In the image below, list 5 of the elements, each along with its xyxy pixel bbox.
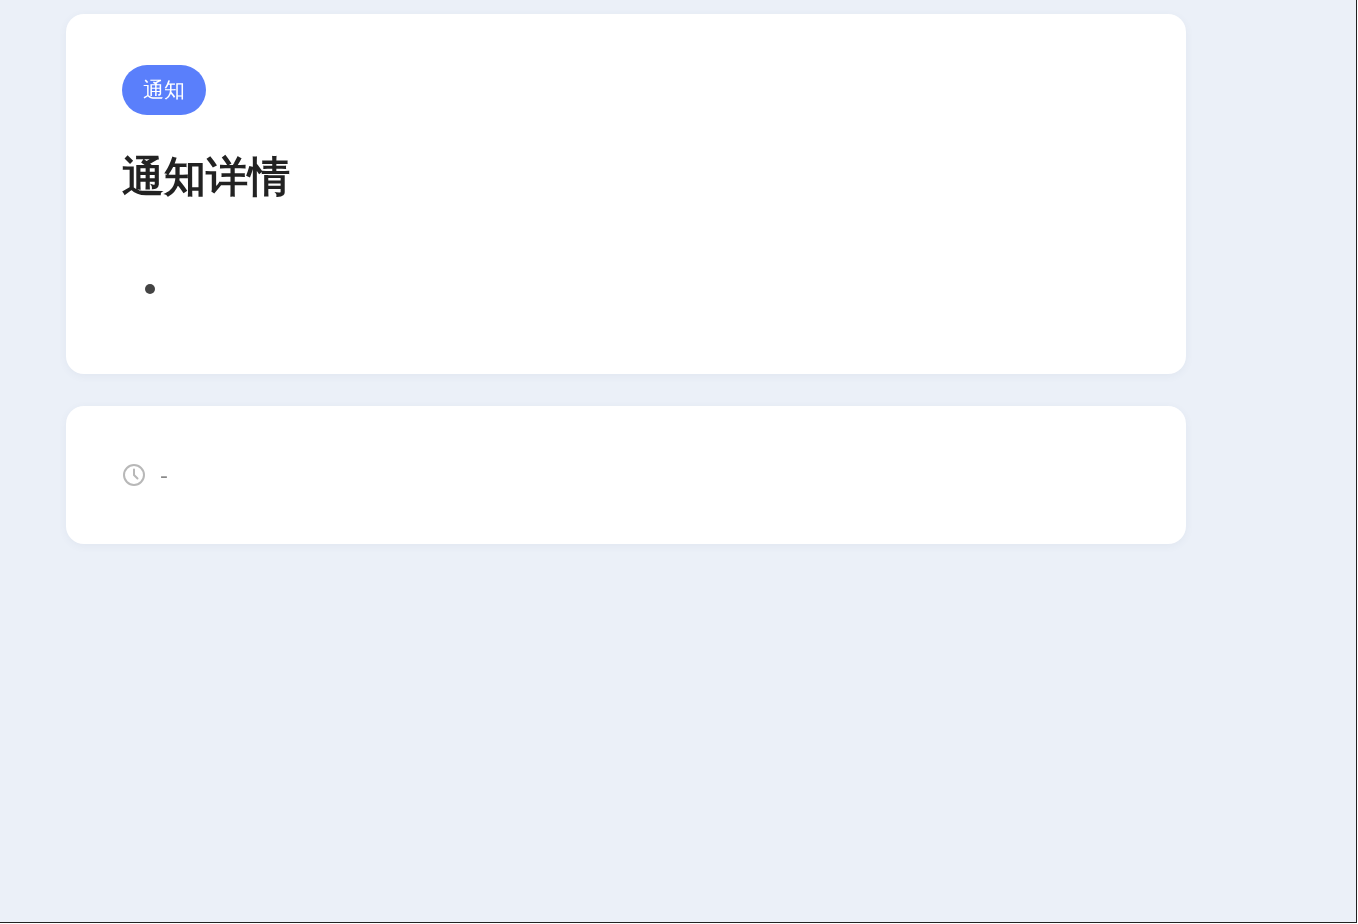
notice-title: 通知详情 [122,151,290,203]
bullet-dot [145,284,155,294]
publish-time: - [160,462,168,488]
clock-icon [122,463,146,487]
category-tag: 通知 [122,65,206,115]
